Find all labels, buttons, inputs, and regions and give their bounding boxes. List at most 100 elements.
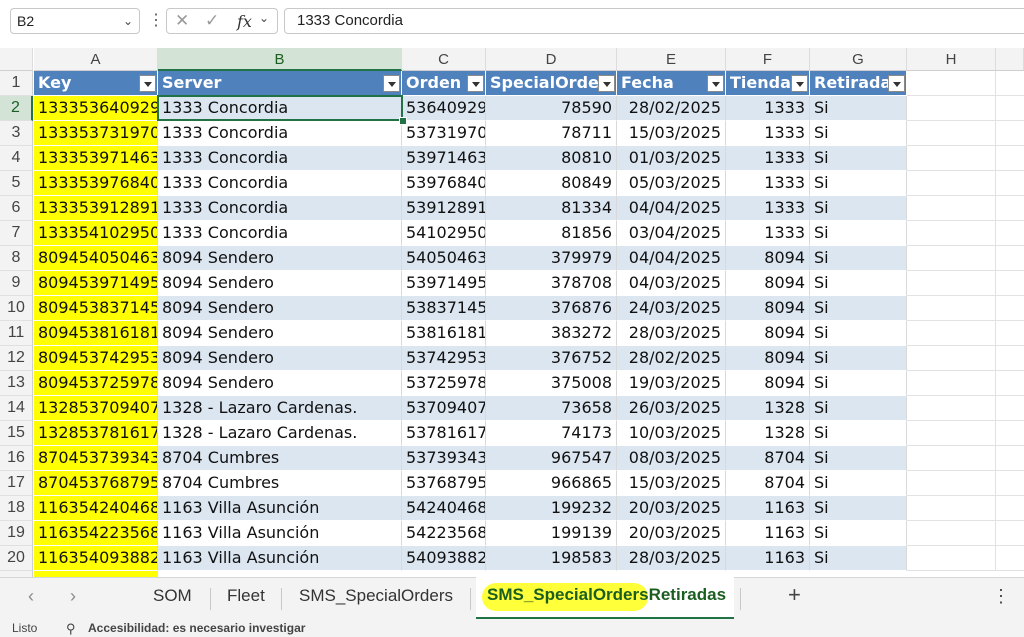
empty-cell[interactable] [907,221,996,246]
add-sheet-icon[interactable]: + [788,582,801,608]
table-cell[interactable]: 05/03/2025 [617,171,726,196]
empty-cell[interactable] [907,321,996,346]
table-cell[interactable]: 20/03/2025 [617,521,726,546]
row-header[interactable]: 4 [0,146,33,171]
table-cell[interactable]: 15/03/2025 [617,121,726,146]
table-cell[interactable]: 03/04/2025 [617,221,726,246]
insert-function-icon[interactable]: fx [237,12,252,31]
row-header[interactable]: 3 [0,121,33,146]
table-cell[interactable]: 28/03/2025 [617,546,726,571]
table-cell[interactable]: 04/04/2025 [617,196,726,221]
name-box[interactable]: B2 ⌄ [10,8,140,34]
table-cell[interactable]: 383272 [486,321,617,346]
table-cell[interactable]: 53837145 [402,296,486,321]
empty-cell[interactable] [996,71,1024,96]
table-cell[interactable]: 1333 Concordia [158,196,402,221]
table-cell[interactable]: 81856 [486,221,617,246]
empty-cell[interactable] [996,146,1024,171]
table-cell[interactable]: Si [810,221,907,246]
table-cell[interactable]: 8094 Sendero [158,246,402,271]
empty-cell[interactable] [907,471,996,496]
formula-input[interactable]: 1333 Concordia [284,8,1024,34]
table-cell[interactable]: 809453725978 [34,371,158,396]
table-cell[interactable]: 1333 [726,146,810,171]
table-cell[interactable]: 1333 Concordia [158,171,402,196]
table-cell[interactable]: 26/03/2025 [617,396,726,421]
table-cell[interactable]: 78590 [486,96,617,121]
table-cell[interactable]: 376876 [486,296,617,321]
table-cell[interactable]: 809454050463 [34,246,158,271]
table-cell[interactable]: 133353912891 [34,196,158,221]
table-cell[interactable]: 375008 [486,371,617,396]
table-cell[interactable]: 74173 [486,421,617,446]
table-cell[interactable]: 8094 [726,346,810,371]
select-all-corner[interactable] [0,48,33,71]
empty-cell[interactable] [996,246,1024,271]
row-header[interactable]: 2 [0,96,33,121]
empty-cell[interactable] [907,246,996,271]
filter-dropdown-icon[interactable] [791,75,808,92]
table-cell[interactable]: 809453971495 [34,271,158,296]
cancel-icon[interactable]: ✕ [175,11,189,31]
table-cell[interactable]: 28/03/2025 [617,321,726,346]
table-cell[interactable]: 1328 [726,421,810,446]
empty-cell[interactable] [996,371,1024,396]
table-cell[interactable]: 53971495 [402,271,486,296]
empty-cell[interactable] [996,421,1024,446]
table-cell[interactable]: 1328 - Lazaro Cardenas. [158,396,402,421]
empty-cell[interactable] [907,496,996,521]
table-cell[interactable]: 1333 [726,121,810,146]
table-cell[interactable]: 1163 Villa Asunción [158,521,402,546]
scroll-tabs-left-icon[interactable]: ‹ [28,586,34,607]
table-cell[interactable]: 53731970 [402,121,486,146]
table-cell[interactable]: 8094 [726,296,810,321]
empty-cell[interactable] [996,121,1024,146]
table-cell[interactable]: 1163 Villa Asunción [158,546,402,571]
empty-cell[interactable] [996,321,1024,346]
column-header-a[interactable]: A [34,48,158,71]
more-options-icon[interactable]: ⋮ [148,10,164,30]
filter-dropdown-icon[interactable] [383,75,400,92]
column-header-d[interactable]: D [486,48,617,71]
table-cell[interactable]: 870453739343 [34,446,158,471]
table-cell[interactable]: 133353640929 [34,96,158,121]
table-cell[interactable]: 15/03/2025 [617,471,726,496]
table-cell[interactable]: 80849 [486,171,617,196]
table-cell[interactable]: 1333 [726,96,810,121]
empty-cell[interactable] [907,146,996,171]
empty-cell[interactable] [907,421,996,446]
table-cell[interactable]: Si [810,196,907,221]
empty-cell[interactable] [996,446,1024,471]
empty-cell[interactable] [996,496,1024,521]
table-cell[interactable]: Si [810,371,907,396]
table-cell[interactable]: 1163 [726,496,810,521]
row-header[interactable]: 18 [0,496,33,521]
table-cell[interactable]: 28/02/2025 [617,346,726,371]
row-header[interactable]: 9 [0,271,33,296]
accessibility-status[interactable]: Accesibilidad: es necesario investigar [88,620,305,637]
scroll-tabs-right-icon[interactable]: › [70,586,76,607]
table-cell[interactable]: Si [810,421,907,446]
table-cell[interactable]: 10/03/2025 [617,421,726,446]
table-header-retirada[interactable]: Retirada [810,71,907,96]
table-cell[interactable]: Si [810,471,907,496]
column-header-b[interactable]: B [158,48,402,71]
tab-sms-specialorders[interactable]: SMS_SpecialOrders [299,586,453,606]
table-cell[interactable]: Si [810,296,907,321]
table-cell[interactable]: 376752 [486,346,617,371]
empty-cell[interactable] [996,96,1024,121]
filter-dropdown-icon[interactable] [139,75,156,92]
empty-cell[interactable] [996,471,1024,496]
empty-cell[interactable] [907,196,996,221]
table-cell[interactable]: Si [810,496,907,521]
table-cell[interactable]: Si [810,346,907,371]
filter-dropdown-icon[interactable] [888,75,905,92]
filter-dropdown-icon[interactable] [707,75,724,92]
empty-cell[interactable] [907,371,996,396]
row-header[interactable]: 14 [0,396,33,421]
row-header[interactable]: 8 [0,246,33,271]
table-cell[interactable]: 04/04/2025 [617,246,726,271]
table-cell[interactable]: Si [810,271,907,296]
table-cell[interactable]: 870453768795 [34,471,158,496]
column-header-f[interactable]: F [726,48,810,71]
